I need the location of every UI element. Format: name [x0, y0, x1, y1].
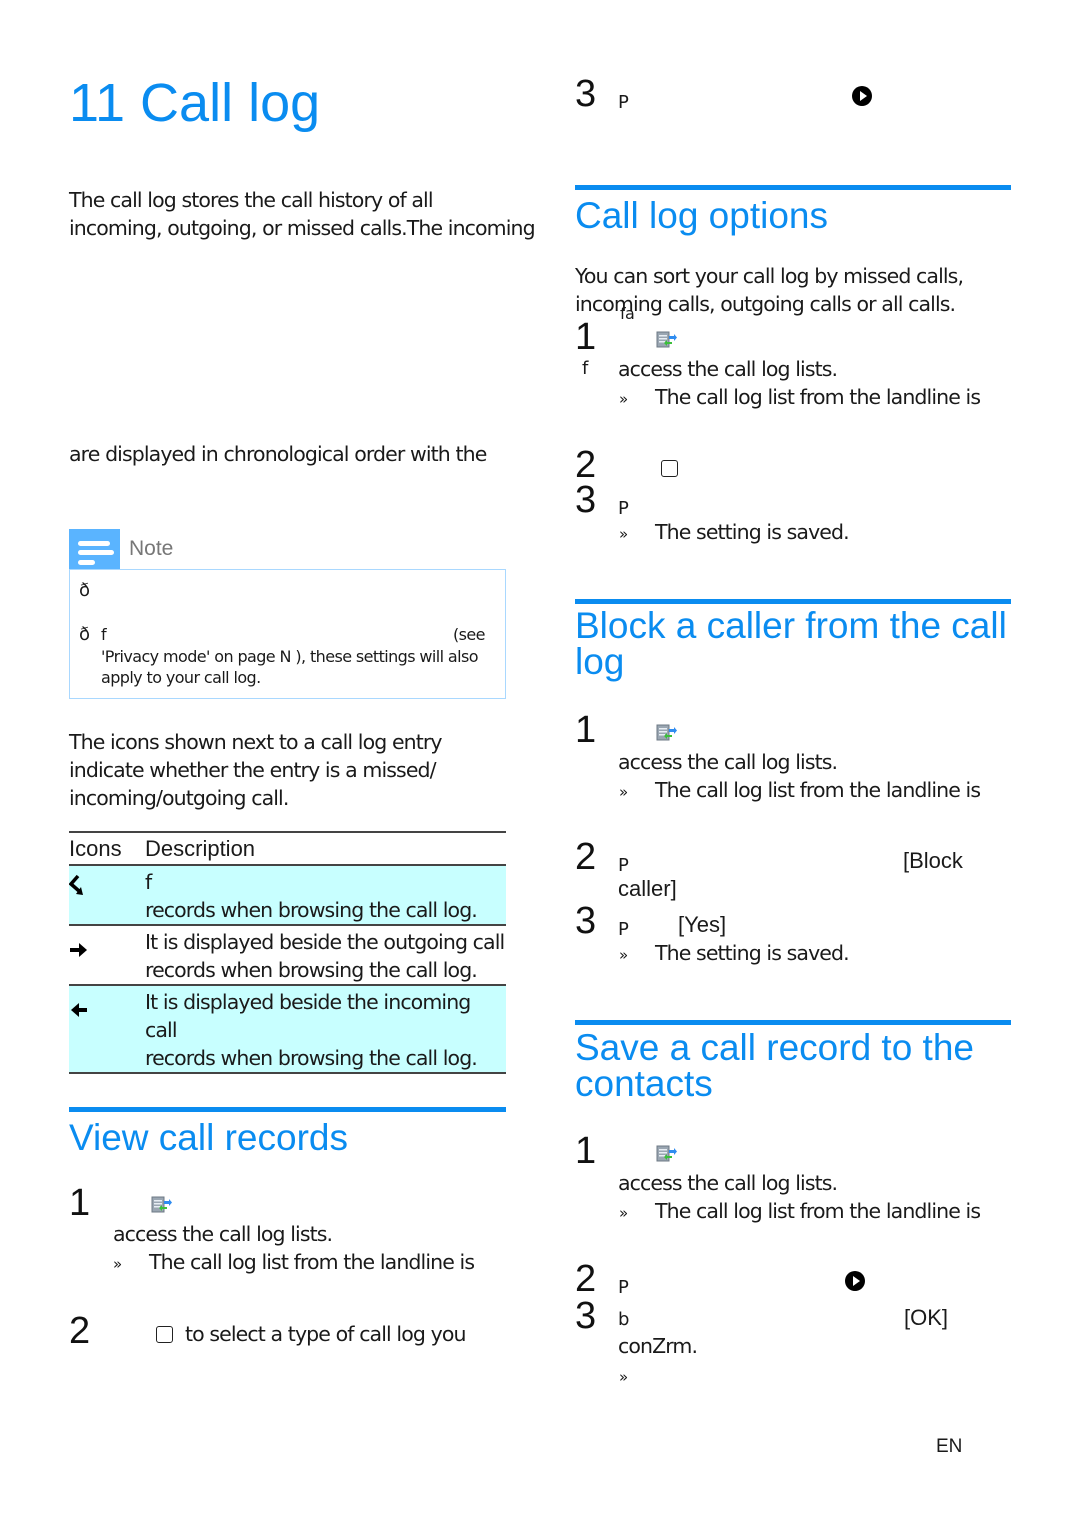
section-rule	[575, 599, 1011, 604]
row-description: records when browsing the call log.	[145, 898, 478, 922]
note-text: apply to your call log.	[101, 668, 261, 687]
step-result: The setting is saved.	[655, 520, 850, 544]
call-log-icon	[151, 1196, 172, 1213]
note-text: f	[101, 625, 107, 644]
note-label: Note	[129, 537, 174, 560]
icons-intro-line: indicate whether the entry is a missed/	[69, 758, 437, 782]
call-log-icon	[656, 724, 677, 741]
step-number: 3	[575, 1295, 597, 1337]
result-marker: »	[619, 946, 629, 964]
table-row: It is displayed beside the incoming call…	[69, 985, 506, 1074]
step-result: The setting is saved.	[655, 941, 850, 965]
navigation-key-icon	[661, 460, 678, 477]
step-text: P	[618, 498, 629, 519]
result-marker: »	[619, 1204, 629, 1222]
footer-language: EN	[936, 1436, 963, 1457]
table-row: It is displayed beside the outgoing call…	[69, 925, 506, 986]
overlap-glyph: ſa	[620, 304, 635, 323]
option-ok: [OK]	[904, 1305, 949, 1330]
note-bullet-marker: ð	[79, 624, 90, 645]
result-marker: »	[619, 525, 629, 543]
icons-table: Icons Description f records when browsin…	[68, 831, 506, 1074]
table-row: f records when browsing the call log.	[68, 865, 506, 926]
chapter-title: 11 Call log	[69, 73, 321, 133]
row-description: records when browsing the call log.	[145, 1046, 478, 1070]
outgoing-call-icon	[70, 943, 87, 957]
title-line: Save a call record to the	[575, 1027, 974, 1068]
step-marker: f	[582, 358, 588, 379]
note-text: 'Privacy mode' on page N ), these settin…	[101, 647, 479, 666]
icons-intro: The icons shown next to a call log entry…	[69, 728, 443, 812]
step-number: 3	[575, 73, 597, 115]
step-text: conZrm.	[618, 1334, 698, 1358]
step-text: access the call log lists.	[113, 1222, 333, 1246]
note-icon	[69, 529, 120, 570]
icons-intro-line: incoming/outgoing call.	[69, 786, 289, 810]
column-header-icons: Icons	[69, 831, 145, 866]
call-log-icon	[656, 331, 677, 348]
section-title-view-call-records: View call records	[69, 1117, 348, 1158]
step-text: to select a type of call log you	[185, 1322, 466, 1346]
incoming-call-icon	[71, 1003, 87, 1017]
option-block-caller: [Block	[903, 848, 963, 873]
step-number: 2	[575, 836, 597, 878]
section-rule	[575, 185, 1011, 190]
row-description: It is displayed beside the incoming call	[145, 990, 471, 1042]
step-text: access the call log lists.	[618, 357, 838, 381]
title-line: contacts	[575, 1063, 713, 1104]
section-rule	[69, 1107, 506, 1112]
step-text: P	[618, 1277, 629, 1298]
table-header-row: Icons Description	[69, 831, 506, 866]
step-text: b	[618, 1309, 629, 1330]
title-line: Block a caller from the call	[575, 605, 1007, 646]
section-rule	[575, 1020, 1011, 1025]
result-marker: »	[619, 783, 629, 801]
row-description: It is displayed beside the outgoing call	[145, 930, 505, 954]
column-header-description: Description	[145, 831, 506, 866]
step-number: 1	[575, 1130, 597, 1172]
step-number: 1	[69, 1182, 91, 1224]
step-text: access the call log lists.	[618, 750, 838, 774]
step-text: access the call log lists.	[618, 1171, 838, 1195]
result-marker: »	[619, 390, 629, 408]
note-bullet-marker: ð	[79, 580, 90, 601]
intro-line: The call log stores the call history of …	[69, 188, 434, 212]
step-number: 1	[575, 709, 597, 751]
intro-line: are displayed in chronological order wit…	[69, 442, 487, 466]
step-text: P	[618, 855, 629, 876]
step-number: 2	[69, 1310, 91, 1352]
step-text: P	[618, 919, 629, 940]
title-line: log	[575, 641, 625, 682]
step-number: 1	[575, 316, 597, 358]
note-text: (see	[453, 625, 485, 644]
section-title-call-log-options: Call log options	[575, 195, 828, 236]
icons-intro-line: The icons shown next to a call log entry	[69, 730, 443, 754]
intro-line: incoming, outgoing, or missed calls.The …	[69, 216, 536, 240]
step-result: The call log list from the landline is	[655, 1199, 981, 1223]
result-marker: »	[619, 1368, 629, 1386]
step-number: 3	[575, 479, 597, 521]
missed-call-icon	[68, 874, 83, 895]
row-description: records when browsing the call log.	[145, 958, 478, 982]
step-number: 2	[575, 1258, 597, 1300]
step-result: The call log list from the landline is	[149, 1250, 475, 1274]
step-result: The call log list from the landline is	[655, 778, 981, 802]
result-marker: »	[113, 1255, 123, 1273]
option-yes: [Yes]	[678, 912, 727, 937]
ok-key-icon	[852, 86, 872, 106]
ok-key-icon	[845, 1271, 865, 1291]
section-title-save-record: Save a call record to the contacts	[575, 1027, 974, 1104]
options-intro-line: You can sort your call log by missed cal…	[575, 264, 964, 288]
intro-paragraph: The call log stores the call history of …	[69, 186, 536, 242]
section-title-block-caller: Block a caller from the call log	[575, 605, 1007, 682]
call-log-icon	[656, 1145, 677, 1162]
navigation-key-icon	[156, 1326, 173, 1343]
step-result: The call log list from the landline is	[655, 385, 981, 409]
option-block-caller: caller]	[618, 876, 677, 901]
row-description: f	[145, 870, 152, 894]
step-text: P	[618, 92, 629, 113]
step-number: 3	[575, 900, 597, 942]
